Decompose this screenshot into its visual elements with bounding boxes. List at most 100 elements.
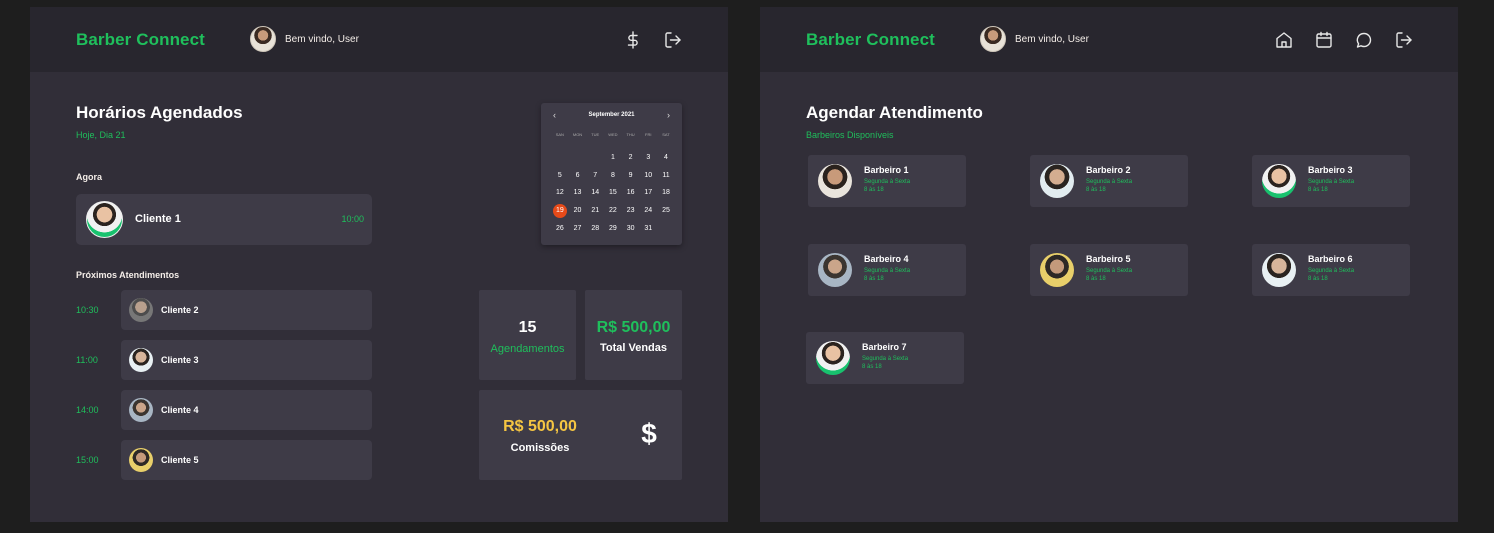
barber-card[interactable]: Barbeiro 1 Segunda à Sexta 8 às 18 — [808, 155, 966, 207]
calendar-day[interactable]: 20 — [569, 202, 587, 220]
calendar-day[interactable]: 10 — [639, 167, 657, 185]
barber-card[interactable]: Barbeiro 2 Segunda à Sexta 8 às 18 — [1030, 155, 1188, 207]
calendar-blank — [586, 149, 604, 167]
calendar-day[interactable]: 30 — [622, 220, 640, 238]
appointment-time: 11:00 — [76, 355, 98, 365]
calendar-day-selected[interactable]: 19 — [551, 202, 569, 220]
appointment-time: 10:30 — [76, 305, 99, 315]
calendar[interactable]: ‹ September 2021 › SAN MON TUE WED THU F… — [541, 103, 682, 245]
avatar — [1262, 164, 1296, 198]
welcome-text: Bem vindo, User — [1015, 33, 1089, 45]
calendar-day[interactable]: 31 — [639, 220, 657, 238]
brand-logo[interactable]: Barber Connect — [76, 30, 205, 50]
dollar-icon: $ — [641, 418, 657, 449]
calendar-days: 1 2 3 4 5 6 7 8 9 10 11 12 13 14 15 16 17 18 19 20 21 22 23 24 2… — [551, 149, 675, 237]
avatar — [129, 298, 153, 322]
calendar-day[interactable]: 23 — [622, 202, 640, 220]
calendar-day[interactable]: 2 — [622, 149, 640, 167]
avatar — [129, 448, 153, 472]
avatar — [816, 341, 850, 375]
calendar-day[interactable]: 12 — [551, 184, 569, 202]
barber-card[interactable]: Barbeiro 7 Segunda à Sexta 8 às 18 — [806, 332, 964, 384]
page-subtitle: Hoje, Dia 21 — [76, 130, 126, 140]
barber-card[interactable]: Barbeiro 5 Segunda à Sexta 8 às 18 — [1030, 244, 1188, 296]
barber-name: Barbeiro 3 — [1308, 165, 1353, 175]
user-info[interactable]: Bem vindo, User — [250, 26, 359, 52]
calendar-day[interactable]: 8 — [604, 167, 622, 185]
user-info[interactable]: Bem vindo, User — [980, 26, 1089, 52]
current-appointment-card[interactable]: Cliente 1 10:00 — [76, 194, 372, 245]
appointment-time: 14:00 — [76, 405, 99, 415]
weekday: MON — [572, 132, 583, 137]
barber-card[interactable]: Barbeiro 4 Segunda à Sexta 8 às 18 — [808, 244, 966, 296]
barber-days: Segunda à Sexta — [1308, 179, 1355, 185]
appointment-time: 15:00 — [76, 455, 99, 465]
appointments-label: Agendamentos — [490, 343, 565, 355]
booking-screen: Barber Connect Bem vindo, User Agendar A… — [760, 7, 1458, 522]
calendar-day[interactable]: 14 — [586, 184, 604, 202]
avatar — [1040, 164, 1074, 198]
barber-name: Barbeiro 7 — [862, 342, 907, 352]
home-icon[interactable] — [1274, 30, 1294, 50]
barber-card[interactable]: Barbeiro 6 Segunda à Sexta 8 às 18 — [1252, 244, 1410, 296]
barber-name: Barbeiro 4 — [864, 254, 909, 264]
calendar-month: September 2021 — [588, 112, 635, 118]
chevron-right-icon[interactable]: › — [667, 110, 670, 120]
calendar-day[interactable]: 22 — [604, 202, 622, 220]
avatar — [1262, 253, 1296, 287]
calendar-day[interactable]: 4 — [657, 149, 675, 167]
appointment-card[interactable]: Cliente 3 — [121, 340, 372, 380]
next-label: Próximos Atendimentos — [76, 270, 180, 280]
calendar-day[interactable]: 25 — [657, 202, 675, 220]
calendar-day[interactable]: 9 — [622, 167, 640, 185]
page-subtitle: Barbeiros Disponíveis — [806, 130, 894, 140]
calendar-day[interactable]: 27 — [569, 220, 587, 238]
header: Barber Connect Bem vindo, User — [760, 7, 1458, 72]
chat-icon[interactable] — [1354, 30, 1374, 50]
appointment-card[interactable]: Cliente 5 — [121, 440, 372, 480]
calendar-day[interactable]: 5 — [551, 167, 569, 185]
list-item[interactable]: 10:30 Cliente 2 — [76, 290, 372, 330]
logout-icon[interactable] — [1394, 30, 1414, 50]
avatar — [86, 201, 123, 238]
commission-label: Comissões — [510, 442, 570, 454]
barber-card[interactable]: Barbeiro 3 Segunda à Sexta 8 às 18 — [1252, 155, 1410, 207]
avatar — [250, 26, 276, 52]
logout-icon[interactable] — [663, 30, 683, 50]
calendar-blank — [551, 149, 569, 167]
sales-stat-card: R$ 500,00 Total Vendas — [585, 290, 682, 380]
calendar-day[interactable]: 21 — [586, 202, 604, 220]
list-item[interactable]: 15:00 Cliente 5 — [76, 440, 372, 480]
calendar-day[interactable]: 16 — [622, 184, 640, 202]
calendar-day[interactable]: 13 — [569, 184, 587, 202]
dollar-icon[interactable] — [623, 30, 643, 50]
calendar-day[interactable]: 3 — [639, 149, 657, 167]
calendar-day[interactable]: 7 — [586, 167, 604, 185]
appointment-card[interactable]: Cliente 4 — [121, 390, 372, 430]
barber-hours: 8 às 18 — [1308, 187, 1328, 193]
calendar-day[interactable]: 11 — [657, 167, 675, 185]
calendar-icon[interactable] — [1314, 30, 1334, 50]
calendar-day[interactable]: 28 — [586, 220, 604, 238]
calendar-day[interactable]: 17 — [639, 184, 657, 202]
calendar-day[interactable]: 24 — [639, 202, 657, 220]
calendar-day[interactable]: 29 — [604, 220, 622, 238]
appointment-card[interactable]: Cliente 2 — [121, 290, 372, 330]
welcome-text: Bem vindo, User — [285, 33, 359, 45]
calendar-header: ‹ September 2021 › — [541, 110, 682, 122]
calendar-day[interactable]: 18 — [657, 184, 675, 202]
list-item[interactable]: 14:00 Cliente 4 — [76, 390, 372, 430]
calendar-day[interactable]: 1 — [604, 149, 622, 167]
barber-days: Segunda à Sexta — [1308, 268, 1355, 274]
brand-logo[interactable]: Barber Connect — [806, 30, 935, 50]
barber-name: Barbeiro 6 — [1308, 254, 1353, 264]
calendar-day[interactable]: 6 — [569, 167, 587, 185]
avatar — [129, 398, 153, 422]
barber-hours: 8 às 18 — [1086, 187, 1106, 193]
calendar-day[interactable]: 15 — [604, 184, 622, 202]
list-item[interactable]: 11:00 Cliente 3 — [76, 340, 372, 380]
barber-hours: 8 às 18 — [864, 187, 884, 193]
commission-value: R$ 500,00 — [503, 418, 577, 435]
avatar — [1040, 253, 1074, 287]
calendar-day[interactable]: 26 — [551, 220, 569, 238]
